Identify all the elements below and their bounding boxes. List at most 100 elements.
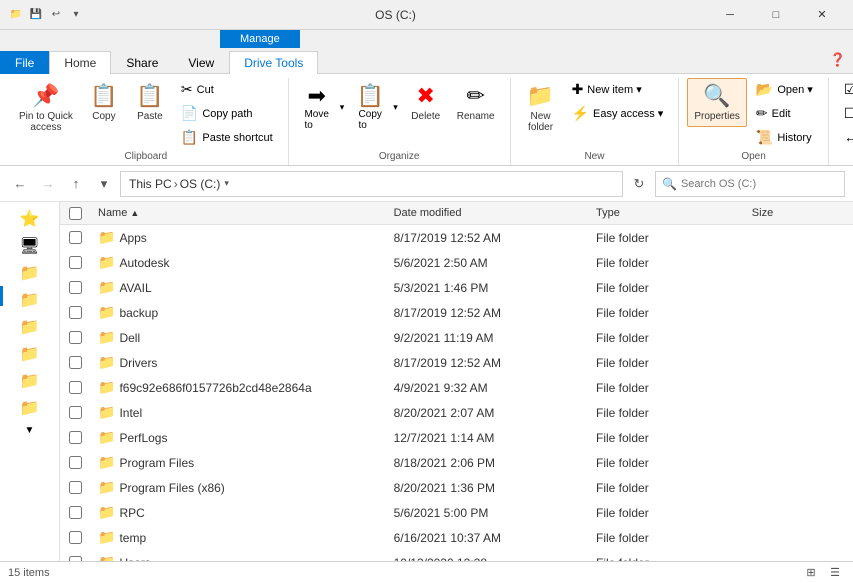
search-bar[interactable]: 🔍 bbox=[655, 171, 845, 197]
row-checkbox[interactable] bbox=[60, 506, 90, 519]
row-type: File folder bbox=[588, 428, 744, 448]
row-name: 📁Intel bbox=[90, 401, 386, 424]
sidebar-item-folder5[interactable]: 📁 bbox=[0, 368, 59, 394]
table-row[interactable]: 📁backup 8/17/2019 12:52 AM File folder bbox=[60, 300, 853, 325]
table-row[interactable]: 📁Dell 9/2/2021 11:19 AM File folder bbox=[60, 325, 853, 350]
large-icons-view-button[interactable]: ⊞ bbox=[801, 564, 821, 582]
row-size bbox=[744, 360, 853, 366]
tab-drive-tools[interactable]: Drive Tools bbox=[229, 51, 318, 74]
forward-button[interactable]: → bbox=[36, 172, 60, 196]
table-row[interactable]: 📁AVAIL 5/3/2021 1:46 PM File folder bbox=[60, 275, 853, 300]
address-part-thispc[interactable]: This PC bbox=[129, 177, 172, 191]
table-row[interactable]: 📁temp 6/16/2021 10:37 AM File folder bbox=[60, 525, 853, 550]
tab-file[interactable]: File bbox=[0, 51, 49, 74]
copy-to-button[interactable]: 📋 Copyto ▾ bbox=[350, 78, 402, 136]
sidebar-item-folder1[interactable]: 📁 bbox=[0, 260, 59, 286]
row-date: 4/9/2021 9:32 AM bbox=[386, 378, 588, 398]
table-row[interactable]: 📁Program Files (x86) 8/20/2021 1:36 PM F… bbox=[60, 475, 853, 500]
sidebar-item-folder3[interactable]: 📁 bbox=[0, 314, 59, 340]
organize-items: ➡ Moveto ▾ 📋 Copyto ▾ ✖ Delete ✏ Rename bbox=[297, 78, 502, 149]
table-row[interactable]: 📁Apps 8/17/2019 12:52 AM File folder bbox=[60, 225, 853, 250]
sidebar-scroll-down[interactable]: ▼ bbox=[0, 422, 59, 439]
cut-button[interactable]: ✂ Cut bbox=[174, 78, 280, 101]
tab-share[interactable]: Share bbox=[111, 51, 173, 74]
open-button[interactable]: 📂 Open ▾ bbox=[749, 78, 820, 101]
minimize-button[interactable]: ─ bbox=[707, 0, 753, 30]
paste-button[interactable]: 📋 Paste bbox=[128, 78, 172, 127]
maximize-button[interactable]: □ bbox=[753, 0, 799, 30]
paste-shortcut-button[interactable]: 📋 Paste shortcut bbox=[174, 126, 280, 149]
close-button[interactable]: ✕ bbox=[799, 0, 845, 30]
row-checkbox[interactable] bbox=[60, 481, 90, 494]
col-header-size[interactable]: Size bbox=[744, 204, 853, 222]
row-checkbox[interactable] bbox=[60, 456, 90, 469]
quick-access-dropdown[interactable]: ▾ bbox=[68, 7, 84, 23]
pin-to-quick-access-button[interactable]: 📌 Pin to Quickaccess bbox=[12, 78, 80, 138]
folder-icon: 📁 bbox=[98, 329, 115, 345]
row-checkbox[interactable] bbox=[60, 431, 90, 444]
select-none-button[interactable]: ☐ Select none bbox=[837, 102, 853, 125]
table-row[interactable]: 📁Program Files 8/18/2021 2:06 PM File fo… bbox=[60, 450, 853, 475]
copy-path-button[interactable]: 📄 Copy path bbox=[174, 102, 280, 125]
row-checkbox[interactable] bbox=[60, 256, 90, 269]
table-row[interactable]: 📁PerfLogs 12/7/2021 1:14 AM File folder bbox=[60, 425, 853, 450]
row-name: 📁Program Files bbox=[90, 451, 386, 474]
save-icon-title[interactable]: 💾 bbox=[28, 7, 44, 23]
copy-button[interactable]: 📋 Copy bbox=[82, 78, 126, 127]
table-row[interactable]: 📁Intel 8/20/2021 2:07 AM File folder bbox=[60, 400, 853, 425]
sidebar-item-quick-access[interactable]: ⭐ bbox=[0, 206, 59, 232]
row-checkbox[interactable] bbox=[60, 231, 90, 244]
table-row[interactable]: 📁Autodesk 5/6/2021 2:50 AM File folder bbox=[60, 250, 853, 275]
details-view-button[interactable]: ☰ bbox=[825, 564, 845, 582]
move-to-button[interactable]: ➡ Moveto ▾ bbox=[297, 78, 349, 136]
tab-home[interactable]: Home bbox=[49, 51, 111, 74]
copy-to-arrow[interactable]: ▾ bbox=[390, 78, 402, 136]
row-checkbox[interactable] bbox=[60, 531, 90, 544]
table-row[interactable]: 📁Drivers 8/17/2019 12:52 AM File folder bbox=[60, 350, 853, 375]
row-checkbox[interactable] bbox=[60, 331, 90, 344]
nav-bar: ← → ↑ ▾ This PC › OS (C:) ▾ ↻ 🔍 bbox=[0, 166, 853, 202]
table-row[interactable]: 📁RPC 5/6/2021 5:00 PM File folder bbox=[60, 500, 853, 525]
delete-button[interactable]: ✖ Delete bbox=[404, 78, 448, 127]
invert-selection-button[interactable]: ↔ Invert selection bbox=[837, 126, 853, 148]
easy-access-button[interactable]: ⚡ Easy access ▾ bbox=[565, 102, 671, 125]
refresh-button[interactable]: ↻ bbox=[627, 172, 651, 196]
row-name: 📁Users bbox=[90, 551, 386, 561]
rename-button[interactable]: ✏ Rename bbox=[450, 78, 502, 127]
sidebar-item-folder6[interactable]: 📁 bbox=[0, 395, 59, 421]
row-checkbox[interactable] bbox=[60, 356, 90, 369]
row-checkbox[interactable] bbox=[60, 281, 90, 294]
folder2-icon: 📁 bbox=[20, 290, 40, 310]
undo-icon-title[interactable]: ↩ bbox=[48, 7, 64, 23]
move-to-arrow[interactable]: ▾ bbox=[337, 78, 349, 136]
history-button[interactable]: 📜 History bbox=[749, 126, 820, 149]
up-button[interactable]: ↑ bbox=[64, 172, 88, 196]
search-input[interactable] bbox=[681, 178, 838, 190]
header-checkbox[interactable] bbox=[60, 207, 90, 220]
col-header-date[interactable]: Date modified bbox=[386, 204, 588, 222]
edit-button[interactable]: ✏ Edit bbox=[749, 102, 820, 125]
sidebar-item-folder2[interactable]: 📁 bbox=[0, 287, 59, 313]
sidebar-item-thispc[interactable]: 🖥 bbox=[0, 233, 59, 259]
recent-locations-button[interactable]: ▾ bbox=[92, 172, 116, 196]
back-button[interactable]: ← bbox=[8, 172, 32, 196]
select-all-button[interactable]: ☑ Select all bbox=[837, 78, 853, 101]
table-row[interactable]: 📁Users 10/13/2020 12:28 ... File folder bbox=[60, 550, 853, 561]
select-all-checkbox[interactable] bbox=[69, 207, 82, 220]
row-checkbox[interactable] bbox=[60, 556, 90, 561]
col-header-type[interactable]: Type bbox=[588, 204, 744, 222]
new-item-button[interactable]: ✚ New item ▾ bbox=[565, 78, 671, 101]
table-row[interactable]: 📁f69c92e686f0157726b2cd48e2864a 4/9/2021… bbox=[60, 375, 853, 400]
row-checkbox[interactable] bbox=[60, 406, 90, 419]
col-header-name[interactable]: Name ▲ bbox=[90, 204, 386, 222]
new-folder-button[interactable]: 📁 Newfolder bbox=[519, 78, 563, 138]
row-checkbox[interactable] bbox=[60, 306, 90, 319]
address-part-osc[interactable]: OS (C:) bbox=[180, 177, 221, 191]
row-checkbox[interactable] bbox=[60, 381, 90, 394]
address-bar[interactable]: This PC › OS (C:) ▾ bbox=[120, 171, 623, 197]
sidebar-item-folder4[interactable]: 📁 bbox=[0, 341, 59, 367]
address-dropdown-icon[interactable]: ▾ bbox=[224, 178, 229, 189]
ribbon-help-button[interactable]: ❓ bbox=[823, 47, 853, 73]
tab-view[interactable]: View bbox=[173, 51, 229, 74]
properties-button[interactable]: 🔍 Properties bbox=[687, 78, 747, 127]
